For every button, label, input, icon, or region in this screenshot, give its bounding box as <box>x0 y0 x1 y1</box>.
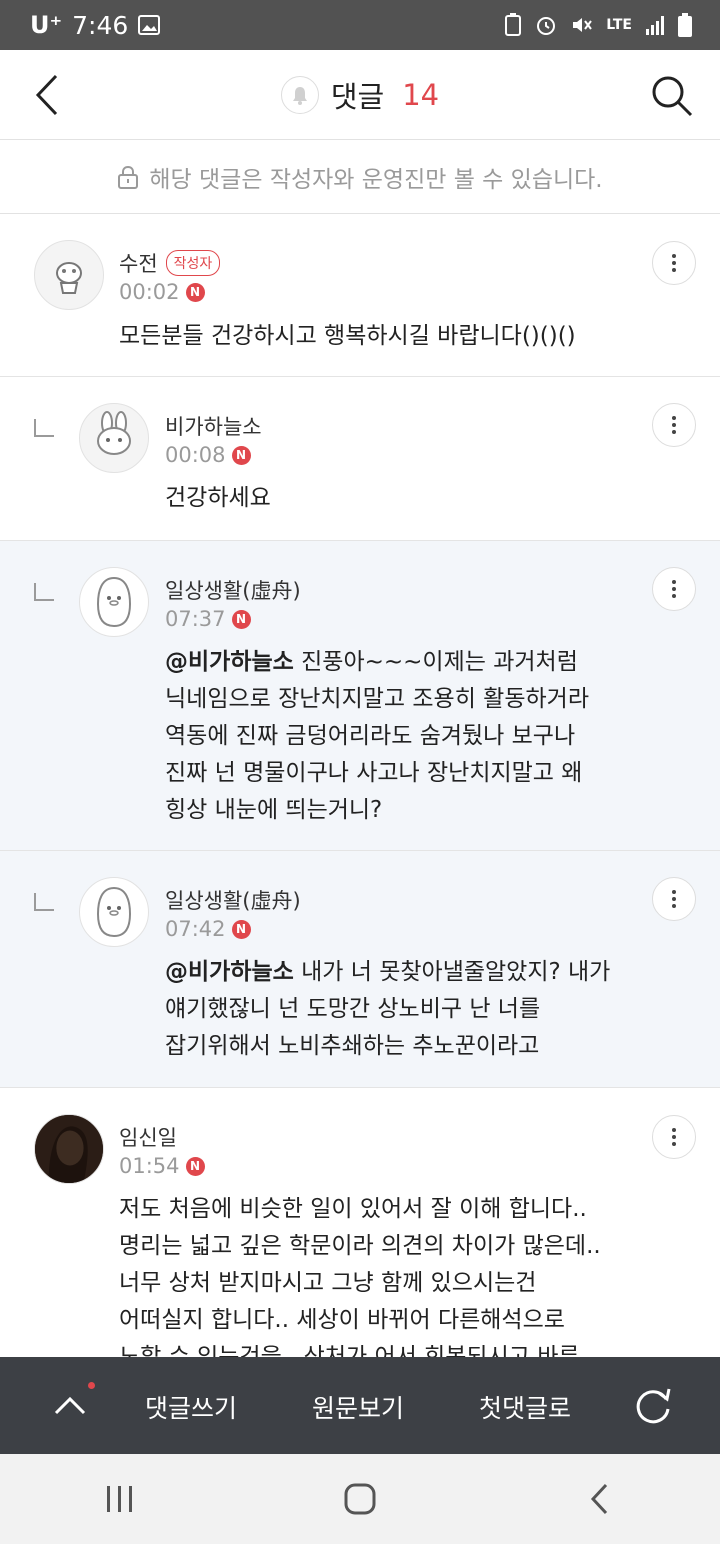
profile-photo-icon <box>35 1115 103 1183</box>
recent-apps-button[interactable] <box>90 1469 150 1529</box>
comment-text: 모든분들 건강하시고 행복하시길 바랍니다()()() <box>119 323 576 349</box>
mention-link[interactable]: @비가하늘소 <box>165 649 294 675</box>
comment-text: @비가하늘소 내가 너 못찾아낼줄알았지? 내가 얘기했잖니 넌 도망간 상노비… <box>165 954 665 1065</box>
more-options-button[interactable] <box>652 241 696 285</box>
comment-time: 07:42 <box>165 917 226 941</box>
comment-author[interactable]: 수전 <box>119 248 158 278</box>
comment-time: 00:08 <box>165 443 226 467</box>
new-badge: N <box>185 1156 205 1176</box>
bottom-action-bar: 댓글쓰기 원문보기 첫댓글로 <box>0 1357 720 1454</box>
new-badge: N <box>231 445 251 465</box>
home-button[interactable] <box>330 1469 390 1529</box>
network-type: LTE <box>606 17 632 33</box>
avatar[interactable] <box>34 240 104 310</box>
comment-list: 수전 작성자 00:02 N 모든분들 건강하시고 행복하시길 바랍니다()()… <box>0 214 720 1357</box>
avatar[interactable] <box>79 877 149 947</box>
character-avatar-icon <box>56 262 82 294</box>
comment-text: @비가하늘소 진풍아~~~이제는 과거처럼 닉네임으로 장난치지말고 조용히 활… <box>165 644 665 829</box>
notice-text: 해당 댓글은 작성자와 운영진만 볼 수 있습니다. <box>149 166 603 193</box>
author-badge: 작성자 <box>165 250 221 276</box>
penguin-avatar-icon <box>96 576 132 628</box>
search-button[interactable] <box>650 74 694 118</box>
comment-body: 진풍아~~~이제는 과거처럼 닉네임으로 장난치지말고 조용히 활동하거라 역동… <box>165 649 589 823</box>
rabbit-avatar-icon <box>97 411 131 455</box>
battery-icon <box>678 13 692 37</box>
view-original-button[interactable]: 원문보기 <box>312 1389 404 1425</box>
lock-icon <box>118 165 139 189</box>
status-bar: U⁺ 7:46 LTE <box>0 0 720 50</box>
comment-time: 07:37 <box>165 607 226 631</box>
new-badge: N <box>231 609 251 629</box>
comment-item: 수전 작성자 00:02 N 모든분들 건강하시고 행복하시길 바랍니다()()… <box>0 214 720 377</box>
app-header: 댓글 14 <box>0 50 720 140</box>
comment-time: 00:02 <box>119 280 180 304</box>
comment-author[interactable]: 임신일 <box>119 1122 177 1152</box>
mention-link[interactable]: @비가하늘소 <box>165 959 294 985</box>
comment-time: 01:54 <box>119 1154 180 1178</box>
page-title: 댓글 <box>330 79 385 114</box>
new-badge: N <box>185 282 205 302</box>
mute-icon <box>573 18 593 32</box>
comment-text: 건강하세요 <box>165 485 271 511</box>
gallery-icon <box>138 15 161 35</box>
more-options-button[interactable] <box>652 567 696 611</box>
clock: 7:46 <box>72 10 129 40</box>
back-icon <box>590 1483 608 1515</box>
private-notice: 해당 댓글은 작성자와 운영진만 볼 수 있습니다. <box>0 140 720 214</box>
system-nav-bar <box>0 1454 720 1544</box>
home-icon <box>344 1483 376 1515</box>
new-indicator-dot <box>88 1382 95 1389</box>
carrier-label: U⁺ <box>30 11 63 39</box>
search-icon <box>652 76 693 117</box>
avatar[interactable] <box>79 567 149 637</box>
reply-item: 일상생활(虛舟) 07:37 N @비가하늘소 진풍아~~~이제는 과거처럼 닉… <box>0 541 720 851</box>
system-back-button[interactable] <box>570 1469 630 1529</box>
more-options-button[interactable] <box>652 1115 696 1159</box>
avatar[interactable] <box>79 403 149 473</box>
more-options-button[interactable] <box>652 403 696 447</box>
refresh-button[interactable] <box>632 1385 674 1427</box>
reply-indicator-icon <box>34 419 54 437</box>
back-button[interactable] <box>28 72 68 118</box>
bell-icon <box>292 86 307 105</box>
battery-saver-icon <box>505 13 522 36</box>
write-comment-button[interactable]: 댓글쓰기 <box>145 1389 237 1425</box>
reply-item: 비가하늘소 00:08 N 건강하세요 <box>0 377 720 541</box>
scroll-top-button[interactable] <box>50 1387 90 1423</box>
comment-count: 14 <box>402 77 440 112</box>
comment-item: 임신일 01:54 N 저도 처음에 비슷한 일이 있어서 잘 이해 합니다..… <box>0 1088 720 1357</box>
new-badge: N <box>231 919 251 939</box>
chevron-up-icon <box>54 1396 86 1415</box>
reply-indicator-icon <box>34 893 54 911</box>
recent-apps-icon <box>107 1486 132 1512</box>
more-options-button[interactable] <box>652 877 696 921</box>
comment-text: 저도 처음에 비슷한 일이 있어서 잘 이해 합니다.. 명리는 넓고 깊은 학… <box>119 1196 601 1357</box>
comment-author[interactable]: 비가하늘소 <box>165 411 262 441</box>
alarm-icon <box>537 17 556 35</box>
notification-toggle[interactable] <box>280 75 319 114</box>
reply-indicator-icon <box>34 583 54 601</box>
header-title-group: 댓글 14 <box>280 74 440 116</box>
refresh-icon <box>636 1388 671 1424</box>
penguin-avatar-icon <box>96 886 132 938</box>
first-comment-button[interactable]: 첫댓글로 <box>479 1389 571 1425</box>
comment-author[interactable]: 일상생활(虛舟) <box>165 885 301 915</box>
reply-item: 일상생활(虛舟) 07:42 N @비가하늘소 내가 너 못찾아낼줄알았지? 내… <box>0 851 720 1088</box>
avatar[interactable] <box>34 1114 104 1184</box>
chevron-left-icon <box>35 74 58 116</box>
signal-icon <box>646 16 664 35</box>
comment-author[interactable]: 일상생활(虛舟) <box>165 575 301 605</box>
